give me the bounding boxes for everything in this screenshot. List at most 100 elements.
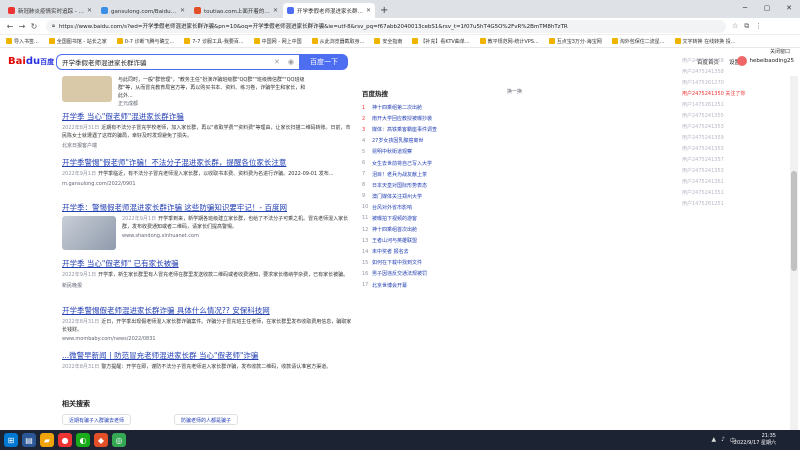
result-thumbnail[interactable] [62, 76, 112, 102]
result-title[interactable]: 开学季警惕"假老师"诈骗！不法分子混进家长群，提醒各位家长注意 [62, 157, 352, 168]
browser-tab[interactable]: gansulong.com/Baidu相关资讯✕ [97, 3, 189, 18]
app-icon[interactable]: ● [58, 433, 72, 447]
hot-search-item[interactable]: 13 王者山河与英雄联盟 [362, 235, 522, 246]
close-tab-icon[interactable]: ✕ [273, 7, 278, 14]
lock-icon: 🔒︎ [52, 22, 55, 29]
close-tab-icon[interactable]: ✕ [366, 7, 371, 14]
bookmark-item[interactable]: 7-7 诊服工具-我要百... [184, 38, 244, 45]
result-date: 2022年9月1日 [62, 272, 97, 278]
bookmark-favicon-icon [611, 38, 618, 44]
bookmark-item[interactable]: 从此浏览器截取身... [311, 38, 364, 45]
bookmarks-bar: 导入书签... 全国图书馆 - 站长之家 0-7 诊断飞腾与确立... 7-7 诊服工… [0, 35, 800, 48]
tab-favicon-icon [8, 7, 15, 14]
side-panel-row: 用户2475241359 [682, 135, 724, 141]
bookmark-item[interactable]: 淘外包保住二流星... [611, 38, 665, 45]
refresh-hotlist-button[interactable]: 换一换 [507, 88, 522, 98]
hot-rank: 8 [362, 182, 366, 189]
result-title[interactable]: 开学季警惕假老师混进家长群诈骗 具体什么情况?? 安保科技网 [62, 305, 352, 316]
hot-search-item[interactable]: 8 日本天皇对国际形势表态 [362, 180, 522, 191]
close-window-icon[interactable]: ✕ [778, 0, 800, 16]
minimize-icon[interactable]: ─ [734, 0, 756, 16]
result-source[interactable]: www.shandong.xinhuanet.com [122, 233, 352, 239]
network-icon[interactable]: ▲ [712, 436, 717, 445]
hot-search-item[interactable]: 7 泪目！老兵为战友献上茶 [362, 169, 522, 180]
bookmark-item[interactable]: 文字转换 在线转换 投... [674, 38, 735, 45]
bookmark-item[interactable]: 教平规范网-统计VPS... [479, 38, 539, 45]
result-source[interactable]: 正元成都 [118, 100, 308, 108]
hot-search-item[interactable]: 6 女生去世前将自己写入大学 [362, 157, 522, 168]
wechat-icon[interactable]: ◐ [76, 433, 90, 447]
hot-search-item[interactable]: 11 被曝拍下视频的游客 [362, 213, 522, 224]
address-bar[interactable]: 🔒︎ https://www.baidu.com/s?wd=开学季假老师混进家长… [46, 19, 726, 33]
taskbar: ⊞ ▤ ▰ ● ◐ ◆ ◎ ▲ ♪ 中 21:35 2022/9/17 星期六 [0, 430, 800, 450]
file-explorer-icon[interactable]: ▰ [40, 433, 54, 447]
result-image[interactable] [62, 216, 116, 250]
hot-search-item[interactable]: 9 澳门媒体关注郑州大学 [362, 191, 522, 202]
result-source[interactable]: 新民晚报 [62, 282, 352, 289]
task-view-icon[interactable]: ▤ [22, 433, 36, 447]
new-tab-button[interactable]: + [380, 3, 388, 18]
app-icon[interactable]: ◆ [94, 433, 108, 447]
close-tab-icon[interactable]: ✕ [180, 7, 185, 14]
hot-search-item[interactable]: 16 男子因违反交通法规被罚 [362, 268, 522, 279]
bookmark-item[interactable]: 安全指南 [374, 38, 402, 45]
hot-search-item[interactable]: 2 南开大学回应教授被曝抄袭 [362, 113, 522, 124]
bookmark-item[interactable]: 0-7 诊断飞腾与确立... [116, 38, 174, 45]
related-search-item[interactable]: 近期有骗子入群骗去老师 [62, 414, 132, 425]
side-panel-row: 用户2475241358 [682, 69, 724, 75]
related-search-item[interactable]: 防骗老师的人都是骗子 [174, 414, 239, 425]
result-source[interactable]: m.gansulong.com/2022/0901 [62, 181, 352, 187]
clear-icon[interactable]: ✕ [274, 58, 280, 66]
browser-tab[interactable]: 新冠肺炎疫情实时追踪 - 最新大数据✕ [4, 3, 96, 18]
menu-icon[interactable]: ⋮ [755, 22, 762, 31]
browser-tab-active[interactable]: 开学季假老师混进家长群诈骗_百度搜索✕ [283, 3, 375, 18]
result-abstract: 开学季临近，有不法分子冒充老师混入家长群，以收取书本费、资料费为名进行诈骗。20… [98, 171, 334, 177]
camera-icon[interactable]: ◉ [288, 58, 294, 66]
chrome-icon[interactable]: ◎ [112, 433, 126, 447]
star-icon[interactable]: ☆ [732, 22, 738, 31]
close-tab-icon[interactable]: ✕ [87, 7, 92, 14]
bookmark-item[interactable]: 导入书签... [6, 38, 39, 45]
hot-search-item[interactable]: 5 昆明中秋街道观察 [362, 146, 522, 157]
windows-start-icon[interactable]: ⊞ [4, 433, 18, 447]
hot-search-item[interactable]: 12 神十四乘组首次出舱 [362, 224, 522, 235]
bookmark-favicon-icon [412, 38, 419, 44]
scrollbar-thumb[interactable] [791, 171, 797, 271]
hot-search-title: 百度热搜 [362, 90, 388, 98]
hot-search-item[interactable]: 15 如何在下载中找到文件 [362, 257, 522, 268]
hot-search-item[interactable]: 17 北京世博会开幕 [362, 280, 522, 291]
hot-rank: 15 [362, 259, 369, 266]
volume-icon[interactable]: ♪ [721, 436, 725, 445]
hot-search-item[interactable]: 10 台风对外省市影响 [362, 202, 522, 213]
maximize-icon[interactable]: ▢ [756, 0, 778, 16]
extensions-icon[interactable]: ⧉ [744, 22, 749, 31]
scrollbar[interactable] [790, 76, 798, 430]
forward-icon[interactable]: → [16, 22, 28, 31]
address-row: ← → ↻ 🔒︎ https://www.baidu.com/s?wd=开学季假… [0, 18, 800, 35]
result-source[interactable]: www.mombaby.com/news/2022/0831 [62, 336, 352, 342]
result-title[interactable]: 开学季 当心"假老师" 已有家长被骗 [62, 258, 352, 269]
bookmark-item[interactable]: 【补充】看KTV曲单... [412, 38, 470, 45]
result-title[interactable]: 开学季 当心"假老师"混进家长群诈骗 [62, 111, 352, 122]
hot-search-item[interactable]: 3 媒体：高铁乘客霸座事件调查 [362, 124, 522, 135]
bookmark-item[interactable]: 互点宝3万分-海宝网 [548, 38, 602, 45]
reload-icon[interactable]: ↻ [28, 22, 40, 31]
close-panel-button[interactable]: 关闭窗口 [770, 48, 790, 55]
result-source[interactable]: 北京日报客户端 [62, 142, 352, 149]
hot-search-item[interactable]: 1 神十四乘组第二次出舱 [362, 102, 522, 113]
clock[interactable]: 21:35 2022/9/17 星期六 [734, 433, 776, 447]
search-input[interactable]: 开学季假老师混进家长群诈骗 ✕ ◉ [56, 54, 300, 70]
result-title[interactable]: 开学季：警惕假老师混进家长群诈骗 这些防骗知识要牢记！- 百度网 [62, 202, 352, 213]
hot-search-item[interactable]: 14 未中奖者 报名去 [362, 246, 522, 257]
bookmark-item[interactable]: 全国图书馆 - 站长之家 [48, 38, 107, 45]
search-button[interactable]: 百度一下 [300, 54, 348, 70]
result-title[interactable]: ...微警早新闻丨防范冒充老师混进家长群 当心"假老师"诈骗 [62, 350, 352, 361]
bookmark-item[interactable]: 中国网 - 网上中国 [253, 38, 302, 45]
result-date: 2022年8月31日 [62, 319, 100, 325]
hot-search-item[interactable]: 4 27岁女孩因乳腺癌离世 [362, 135, 522, 146]
back-icon[interactable]: ← [4, 22, 16, 31]
hot-rank: 9 [362, 193, 366, 200]
baidu-logo[interactable]: Baidu百度 [8, 56, 54, 67]
side-panel-row: 用户2475241357 [682, 157, 724, 163]
browser-tab[interactable]: toutiao.com上面开着的 - 排名✕ [190, 3, 282, 18]
